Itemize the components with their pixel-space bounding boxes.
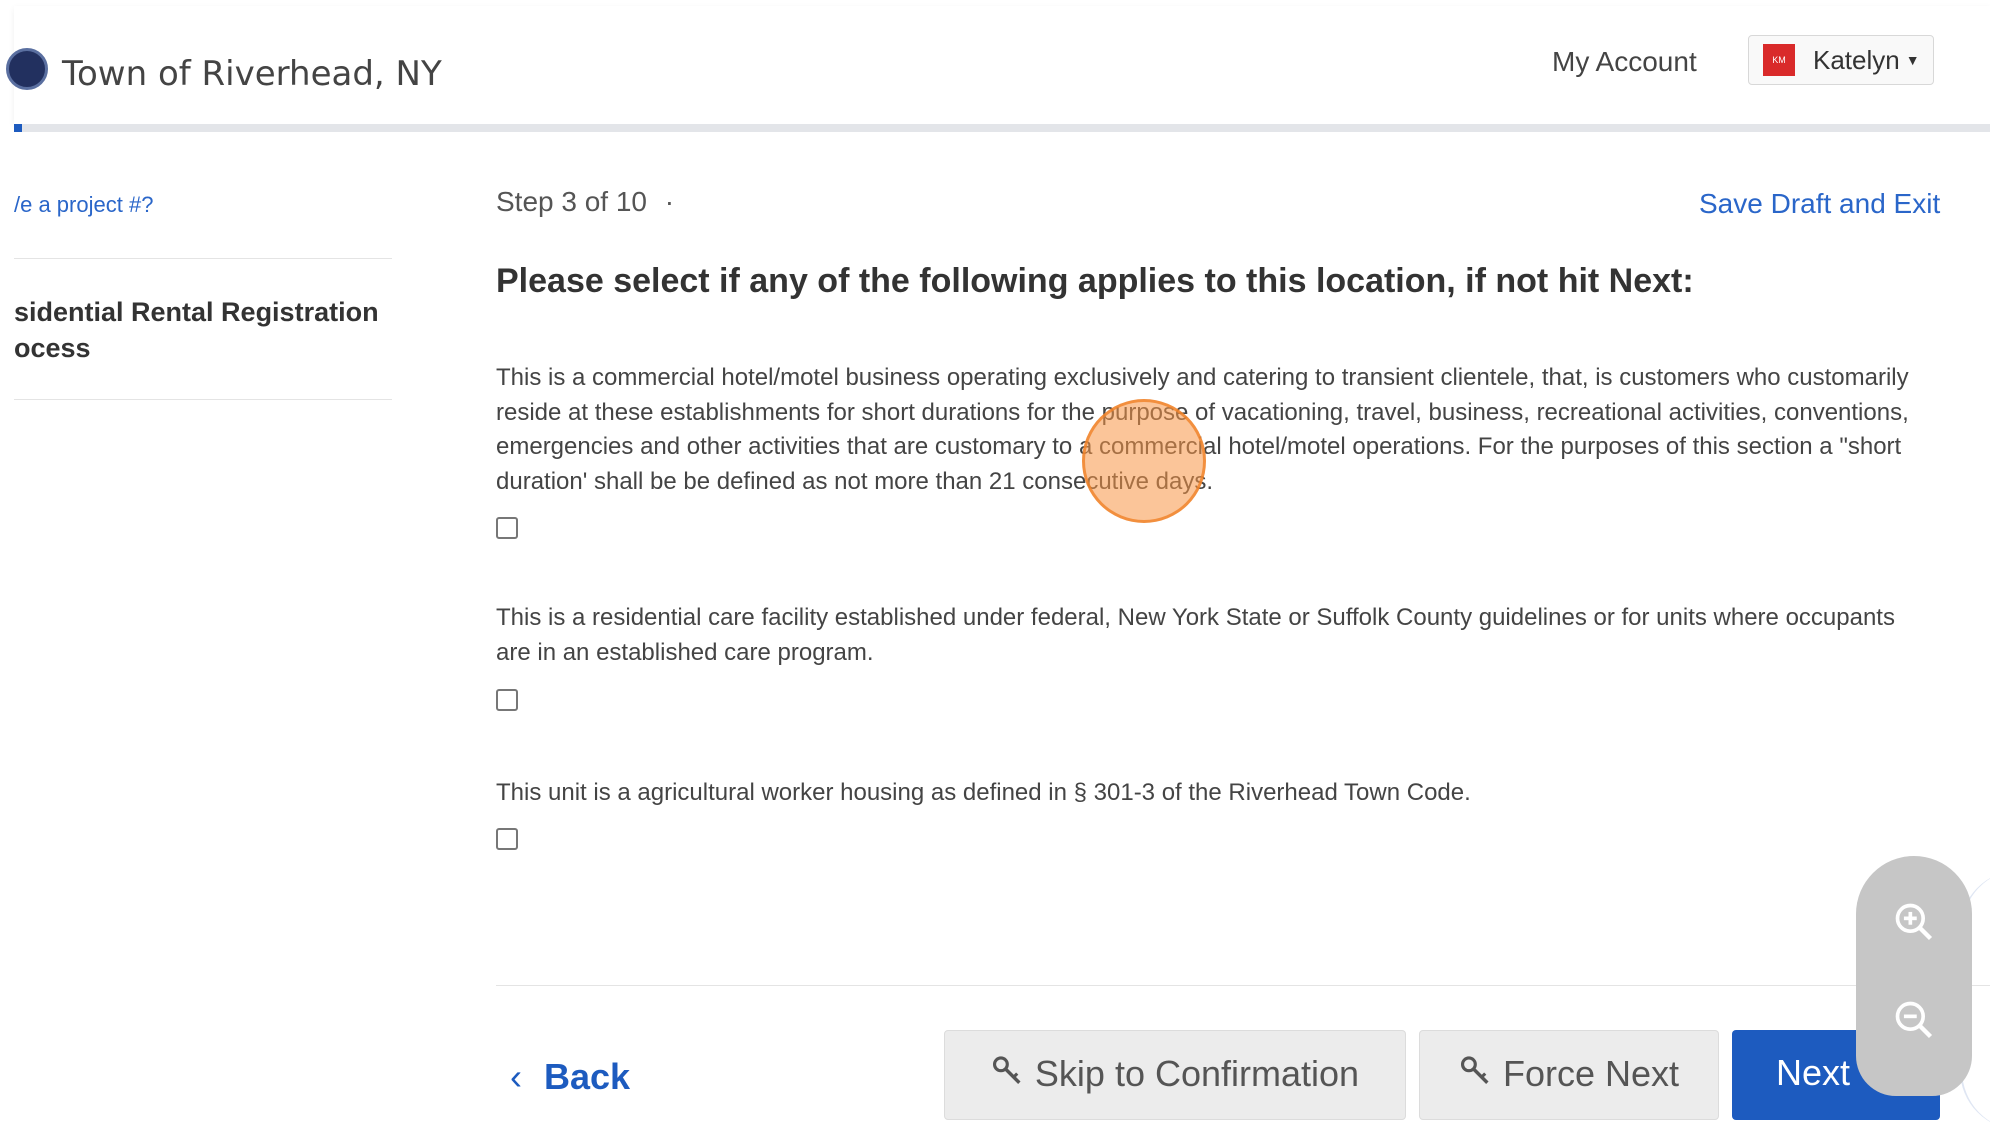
zoom-out-icon: [1895, 1001, 1933, 1039]
project-number-link[interactable]: /e a project #?: [14, 192, 153, 218]
step-text: Step 3 of 10: [496, 186, 648, 217]
user-avatar: KM: [1763, 44, 1795, 76]
skip-to-confirmation-button[interactable]: Skip to Confirmation: [944, 1030, 1406, 1120]
user-name: Katelyn: [1813, 44, 1900, 75]
key-icon: [992, 1056, 1021, 1084]
zoom-in-button[interactable]: [1884, 892, 1944, 952]
back-label: Back: [544, 1056, 631, 1097]
user-menu-button[interactable]: KM Katelyn ▼: [1748, 35, 1934, 85]
progress-bar: [14, 124, 1990, 132]
process-title: sidential Rental Registration ocess: [14, 297, 379, 363]
chevron-left-icon: ‹: [510, 1056, 522, 1097]
force-next-label: Force Next: [1502, 1053, 1680, 1094]
step-indicator: Step 3 of 10 ·: [496, 186, 674, 218]
key-icon: [1460, 1056, 1489, 1084]
click-indicator: [1082, 399, 1206, 523]
step-separator: ·: [664, 186, 675, 217]
save-draft-exit-link[interactable]: Save Draft and Exit: [1699, 188, 1940, 220]
site-title[interactable]: Town of Riverhead, NY: [62, 54, 442, 94]
page-title: Please select if any of the following ap…: [496, 262, 1694, 300]
next-label: Next: [1776, 1052, 1851, 1093]
force-next-button[interactable]: Force Next: [1419, 1030, 1719, 1120]
option-3-checkbox[interactable]: [496, 828, 518, 850]
option-1-text: This is a commercial hotel/motel busines…: [496, 364, 1909, 495]
option-3-text: This unit is a agricultural worker housi…: [496, 779, 1471, 806]
app-header: Town of Riverhead, NY My Account KM Kate…: [6, 6, 1990, 124]
option-1-checkbox[interactable]: [496, 517, 518, 539]
zoom-out-button[interactable]: [1884, 990, 1944, 1050]
town-seal-logo: [6, 48, 48, 90]
my-account-link[interactable]: My Account: [1552, 46, 1697, 78]
skip-label: Skip to Confirmation: [1034, 1053, 1360, 1094]
sidebar-divider: [14, 399, 392, 400]
progress-bar-fill: [14, 124, 22, 132]
back-button[interactable]: ‹ Back: [510, 1056, 630, 1098]
sidebar-divider: [14, 258, 392, 259]
option-2-checkbox[interactable]: [496, 689, 518, 711]
footer-divider: [496, 985, 1990, 986]
caret-down-icon: ▼: [1905, 52, 1920, 68]
zoom-in-icon: [1895, 903, 1933, 941]
option-2-text: This is a residential care facility esta…: [496, 604, 1895, 666]
